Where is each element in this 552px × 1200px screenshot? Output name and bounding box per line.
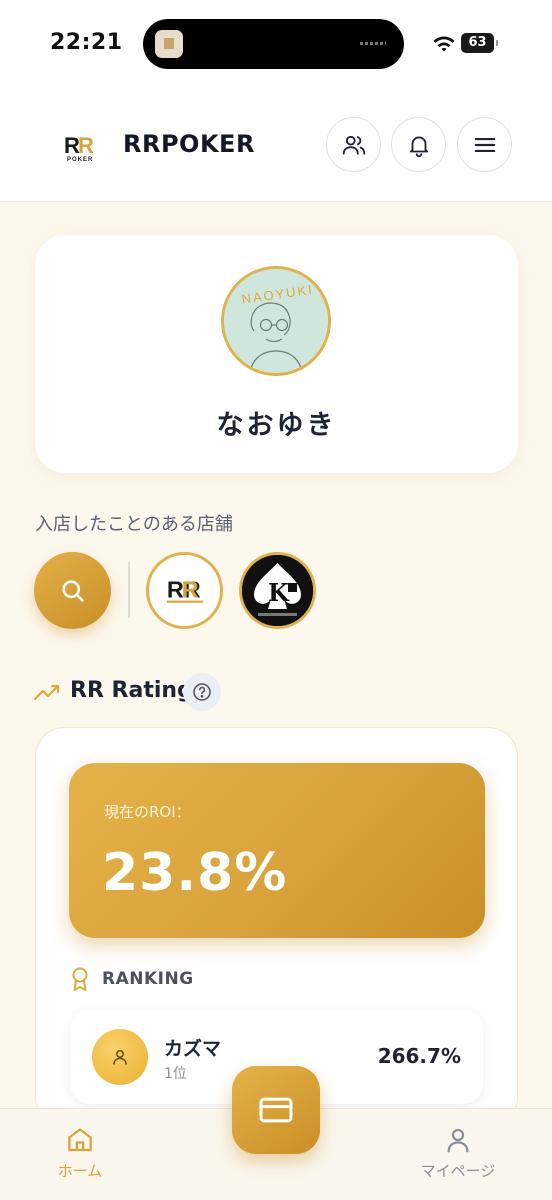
svg-text:R: R [181, 576, 198, 602]
svg-text:R: R [78, 133, 94, 158]
card-button[interactable] [232, 1066, 320, 1154]
ranking-name: カズマ [164, 1038, 222, 1060]
card-icon [259, 1097, 293, 1123]
nav-home-label: ホーム [57, 1162, 103, 1180]
battery-icon: 63 [461, 33, 498, 53]
status-bar: 22:21 63 [0, 0, 552, 92]
wifi-icon [433, 36, 455, 52]
visited-stores-label: 入店したことのある店舗 [35, 514, 233, 535]
rating-title: RR Rating [70, 678, 193, 703]
ranking-label: RANKING [102, 969, 194, 989]
app-title: RRPOKER [123, 130, 255, 158]
roi-value: 23.8% [102, 843, 288, 903]
profile-card: NAOYUKI なおゆき [35, 235, 518, 473]
menu-button[interactable] [457, 117, 512, 172]
roi-card: 現在のROI： 23.8% [69, 763, 485, 938]
svg-text:POKER: POKER [67, 157, 93, 162]
rrpoker-logo: R R POKER [64, 133, 98, 162]
menu-icon [474, 137, 495, 152]
ranking-roi: 266.7% [377, 1044, 461, 1068]
person-icon [447, 1128, 469, 1153]
rrpoker-store-logo: RR R [166, 576, 203, 603]
status-time: 22:21 [50, 30, 123, 55]
store-logo-letter: K [268, 578, 290, 607]
roi-label: 現在のROI： [104, 803, 191, 821]
trending-up-icon [33, 684, 60, 701]
live-activity-app-icon [155, 30, 183, 58]
user-icon [113, 1049, 127, 1065]
avatar-illustration: NAOYUKI [224, 269, 328, 373]
nav-home[interactable]: ホーム [20, 1125, 140, 1181]
medal-icon [72, 967, 88, 991]
store-k[interactable]: K [239, 552, 316, 629]
friends-icon [342, 135, 365, 155]
progress-dots [360, 42, 386, 45]
bell-icon [409, 136, 428, 157]
profile-name: なおゆき [216, 410, 337, 441]
stores-divider [128, 562, 130, 618]
app-header: R R POKER RRPOKER [0, 92, 552, 202]
k-store-logo: K [242, 555, 313, 626]
ranking-avatar [92, 1029, 148, 1085]
home-icon [68, 1128, 92, 1152]
rating-help-button[interactable] [183, 673, 221, 711]
nav-mypage-label: マイページ [420, 1162, 496, 1180]
store-rrpoker[interactable]: RR R [146, 552, 223, 629]
store-search-button[interactable] [34, 552, 111, 629]
nav-mypage[interactable]: マイページ [398, 1125, 518, 1181]
help-icon [193, 683, 211, 701]
search-icon [61, 579, 84, 602]
notifications-button[interactable] [391, 117, 446, 172]
dynamic-island [143, 19, 404, 69]
profile-avatar[interactable]: NAOYUKI [221, 266, 331, 376]
ranking-position: 1位 [164, 1066, 187, 1082]
friends-button[interactable] [326, 117, 381, 172]
